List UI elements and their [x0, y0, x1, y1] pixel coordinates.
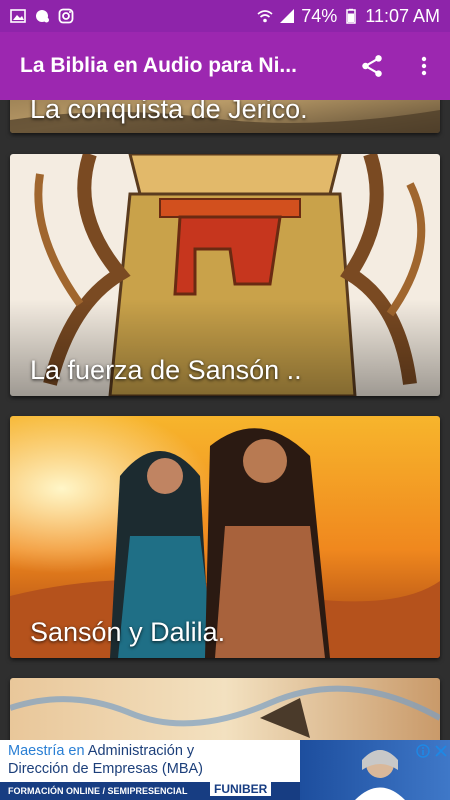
story-title: La conquista de Jerico. — [30, 100, 308, 124]
story-card[interactable]: La fuerza de Sansón .. — [10, 154, 440, 396]
overflow-menu-button[interactable] — [398, 40, 450, 92]
ad-close-icon[interactable] — [434, 744, 448, 758]
battery-percent: 74% — [301, 5, 338, 26]
signal-icon — [280, 9, 295, 23]
share-button[interactable] — [346, 40, 398, 92]
story-card[interactable]: Sansón y Dalila. — [10, 416, 440, 658]
ad-brand-logo: FUNIBER — [210, 782, 272, 796]
ad-strip-text: FORMACIÓN ONLINE / SEMIPRESENCIAL — [8, 786, 188, 796]
ad-headline-accent: Maestría en — [8, 743, 88, 759]
clock: 11:07 AM — [365, 5, 440, 26]
battery-icon — [346, 8, 357, 24]
image-icon — [10, 9, 26, 23]
story-thumbnail — [10, 678, 440, 740]
story-title: Sansón y Dalila. — [30, 617, 226, 647]
ad-headline: Administración y — [87, 743, 195, 759]
wifi-icon — [257, 10, 273, 23]
ad-subheadline: Dirección de Empresas (MBA) — [8, 761, 203, 777]
share-icon — [362, 55, 382, 77]
story-card[interactable]: La conquista de Jerico. — [10, 100, 440, 133]
app-title: La Biblia en Audio para Ni... — [20, 54, 297, 77]
story-card[interactable] — [10, 678, 440, 740]
more-vert-icon — [421, 56, 427, 76]
story-list[interactable]: La conquista de Jerico. La fuerza de San… — [0, 100, 450, 740]
ad-text-area[interactable]: Maestría en Administración y Dirección d… — [0, 740, 300, 800]
ad-banner[interactable]: Maestría en Administración y Dirección d… — [0, 740, 450, 800]
story-title: La fuerza de Sansón .. — [30, 355, 302, 385]
chat-icon — [36, 10, 49, 23]
adchoices-icon[interactable] — [416, 744, 430, 758]
status-bar: 74% 11:07 AM — [0, 0, 450, 32]
app-bar: La Biblia en Audio para Ni... — [0, 32, 450, 100]
instagram-icon — [58, 8, 74, 24]
